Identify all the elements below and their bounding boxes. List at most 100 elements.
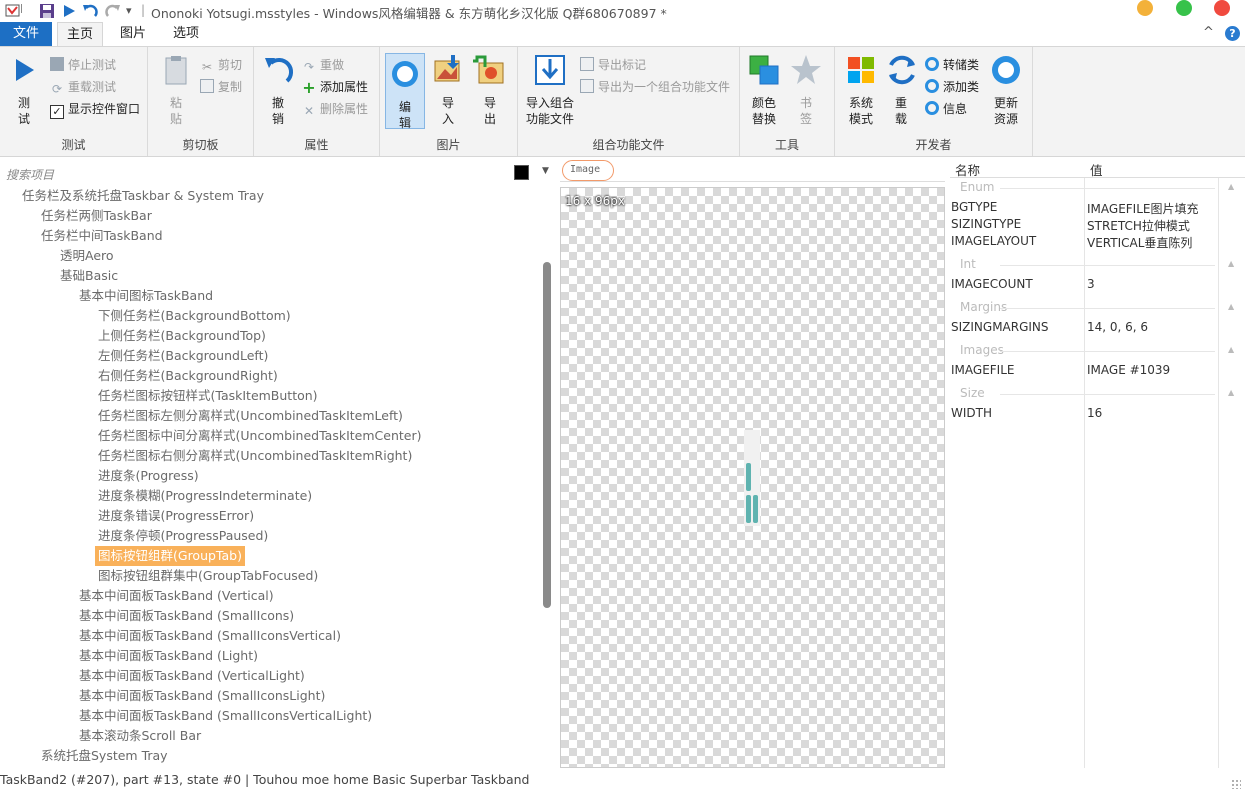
export-image-button[interactable]: 导 出	[472, 53, 508, 127]
tree-item[interactable]: 基本中间面板TaskBand (SmallIcons)	[79, 606, 294, 626]
add-property-button[interactable]: + 添加属性	[302, 77, 368, 97]
undo-icon[interactable]	[81, 2, 99, 20]
bookmark-button[interactable]: 书 签	[788, 53, 824, 127]
property-value[interactable]: VERTICAL垂直陈列	[1087, 234, 1192, 251]
tree-item-selected[interactable]: 图标按钮组群(GroupTab)	[95, 546, 245, 566]
ribbon-tabs: 文件 主页 图片 选项 ^ ?	[0, 22, 1245, 46]
help-icon[interactable]: ?	[1225, 26, 1240, 41]
retest-button[interactable]: ⟳ 重载测试	[50, 77, 116, 97]
collapse-arrow-icon[interactable]: ▲	[1228, 345, 1234, 354]
export-as-combo-button[interactable]: 导出为一个组合功能文件	[580, 77, 730, 97]
update-resources-button[interactable]: 更新 资源	[986, 53, 1026, 127]
tab-home[interactable]: 主页	[57, 22, 103, 46]
stop-test-button[interactable]: 停止测试	[50, 55, 116, 75]
tree-item[interactable]: 透明Aero	[60, 246, 114, 266]
property-name[interactable]: IMAGECOUNT	[951, 277, 1033, 291]
tab-image[interactable]: 图片	[110, 22, 156, 46]
tree-item[interactable]: 基本中间面板TaskBand (SmallIconsVerticalLight)	[79, 706, 372, 726]
tree-item[interactable]: 任务栏图标中间分离样式(UncombinedTaskItemCenter)	[98, 426, 421, 446]
property-name[interactable]: SIZINGMARGINS	[951, 320, 1049, 334]
maximize-button[interactable]	[1176, 0, 1192, 16]
tab-file[interactable]: 文件	[0, 22, 52, 46]
tree-item[interactable]: 任务栏两侧TaskBar	[41, 206, 152, 226]
tree-item[interactable]: 任务栏中间TaskBand	[41, 226, 163, 246]
tree-item[interactable]: 进度条模糊(ProgressIndeterminate)	[98, 486, 312, 506]
run-test-icon[interactable]	[60, 2, 78, 20]
image-property-tag[interactable]: Image	[562, 160, 614, 181]
tree-item[interactable]: 基本中间面板TaskBand (Light)	[79, 646, 258, 666]
tree-item[interactable]: 进度条停顿(ProgressPaused)	[98, 526, 268, 546]
undo-button[interactable]: 撤 销	[260, 53, 296, 127]
property-category[interactable]: Enum	[960, 180, 994, 194]
edit-button[interactable]: 编 辑	[385, 53, 425, 130]
paste-button[interactable]: 粘 贴	[158, 53, 194, 127]
collapse-arrow-icon[interactable]: ▲	[1228, 259, 1234, 268]
property-category[interactable]: Images	[960, 343, 1004, 357]
collapse-arrow-icon[interactable]: ▲	[1228, 182, 1234, 191]
storage-class-button[interactable]: 转储类	[925, 55, 979, 75]
property-value[interactable]: IMAGEFILE图片填充	[1087, 200, 1198, 217]
tree-item[interactable]: 任务栏图标按钮样式(TaskItemButton)	[98, 386, 318, 406]
search-input[interactable]: 搜索项目	[6, 166, 54, 183]
tree-item[interactable]: 基本中间图标TaskBand	[79, 286, 213, 306]
show-control-window-checkbox[interactable]: ✓ 显示控件窗口	[50, 99, 140, 119]
background-color-swatch[interactable]	[514, 165, 529, 180]
property-value[interactable]: 14, 0, 6, 6	[1087, 320, 1148, 334]
tree-item[interactable]: 右侧任务栏(BackgroundRight)	[98, 366, 278, 386]
redo-button[interactable]: ↷ 重做	[302, 55, 344, 75]
property-category[interactable]: Int	[960, 257, 976, 271]
tree-item[interactable]: 基本中间面板TaskBand (SmallIconsVertical)	[79, 626, 341, 646]
property-name[interactable]: SIZINGTYPE	[951, 217, 1021, 231]
tree-item[interactable]: 任务栏及系统托盘Taskbar & System Tray	[22, 186, 264, 206]
tree-item[interactable]: 任务栏图标左侧分离样式(UncombinedTaskItemLeft)	[98, 406, 403, 426]
add-class-button[interactable]: 添加类	[925, 77, 979, 97]
property-value[interactable]: IMAGE #1039	[1087, 363, 1170, 377]
tree-item[interactable]: 左侧任务栏(BackgroundLeft)	[98, 346, 268, 366]
ribbon-collapse-icon[interactable]: ^	[1203, 25, 1214, 40]
property-name[interactable]: IMAGEFILE	[951, 363, 1014, 377]
delete-property-button[interactable]: ✕ 删除属性	[302, 99, 368, 119]
tree-item[interactable]: 下侧任务栏(BackgroundBottom)	[98, 306, 291, 326]
close-button[interactable]	[1214, 0, 1230, 16]
tree-item[interactable]: 基本中间面板TaskBand (Vertical)	[79, 586, 274, 606]
tab-options[interactable]: 选项	[163, 22, 209, 46]
save-icon[interactable]	[38, 2, 56, 20]
cut-button[interactable]: ✂ 剪切	[200, 55, 242, 75]
tree-item[interactable]: 进度条(Progress)	[98, 466, 199, 486]
tree-item[interactable]: 基本中间面板TaskBand (VerticalLight)	[79, 666, 305, 686]
import-image-button[interactable]: 导 入	[430, 53, 466, 127]
tree-item[interactable]: 任务栏图标右侧分离样式(UncombinedTaskItemRight)	[98, 446, 412, 466]
property-name[interactable]: BGTYPE	[951, 200, 997, 214]
resize-grip-icon[interactable]	[1231, 779, 1241, 789]
export-mark-button[interactable]: 导出标记	[580, 55, 646, 75]
redo-icon[interactable]	[104, 2, 122, 20]
info-button[interactable]: 信息	[925, 99, 967, 119]
tree-item[interactable]: 基本滚动条Scroll Bar	[79, 726, 201, 746]
property-value[interactable]: 16	[1087, 406, 1102, 420]
property-category[interactable]: Margins	[960, 300, 1007, 314]
minimize-button[interactable]	[1137, 0, 1153, 16]
tree-item[interactable]: 系统托盘System Tray	[41, 746, 168, 766]
property-name[interactable]: WIDTH	[951, 406, 992, 420]
property-category[interactable]: Size	[960, 386, 985, 400]
test-button[interactable]: 测 试	[6, 53, 42, 127]
collapse-arrow-icon[interactable]: ▲	[1228, 302, 1234, 311]
tree-item[interactable]: 上侧任务栏(BackgroundTop)	[98, 326, 266, 346]
chevron-down-icon[interactable]: ▼	[542, 166, 549, 176]
status-text: TaskBand2 (#207), part #13, state #0 | T…	[0, 772, 530, 787]
tree-item[interactable]: 图标按钮组群集中(GroupTabFocused)	[98, 566, 318, 586]
tree-item[interactable]: 基础Basic	[60, 266, 118, 286]
import-combo-button[interactable]: 导入组合 功能文件	[522, 53, 578, 127]
tree-scrollbar[interactable]	[543, 262, 551, 608]
reload-button[interactable]: 重 载	[885, 53, 917, 127]
export-mark-label: 导出标记	[598, 58, 647, 72]
property-name[interactable]: IMAGELAYOUT	[951, 234, 1036, 248]
tree-item[interactable]: 进度条错误(ProgressError)	[98, 506, 254, 526]
tree-item[interactable]: 基本中间面板TaskBand (SmallIconsLight)	[79, 686, 325, 706]
collapse-arrow-icon[interactable]: ▲	[1228, 388, 1234, 397]
copy-button[interactable]: 复制	[200, 77, 242, 97]
system-mode-button[interactable]: 系统 模式	[841, 53, 881, 127]
property-value[interactable]: STRETCH拉伸模式	[1087, 217, 1190, 234]
property-value[interactable]: 3	[1087, 277, 1095, 291]
color-replace-button[interactable]: 颜色 替换	[746, 53, 782, 127]
